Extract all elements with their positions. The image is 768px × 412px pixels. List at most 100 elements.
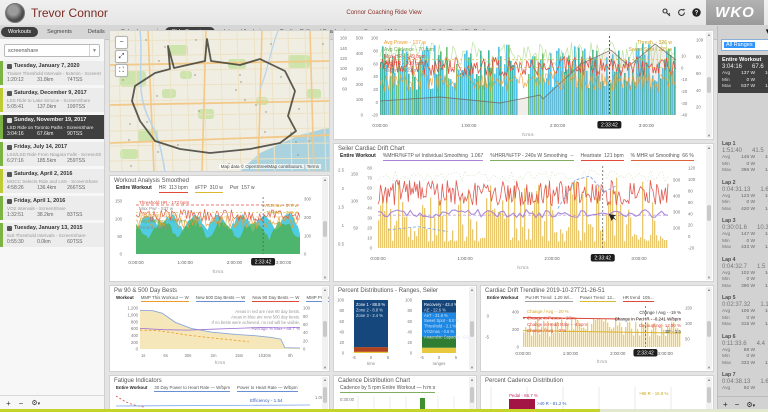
legend-item[interactable]: HR trend 105... xyxy=(623,295,654,302)
svg-text:Average % Max - 46.7 %: Average % Max - 46.7 % xyxy=(252,326,301,331)
search-dropdown-icon[interactable]: ▼ xyxy=(89,45,99,56)
map-attribution[interactable]: Map data © OpenStreetMap contributors. |… xyxy=(219,164,321,169)
map-zoom-out-button[interactable]: − xyxy=(115,36,128,49)
legend-range[interactable]: Entire Workout xyxy=(340,153,376,161)
legend-item[interactable]: %HRR/%FTP - 240s W Smoothing -- xyxy=(490,153,573,161)
legend-item[interactable]: Heartrate 121 bpm xyxy=(581,153,624,161)
panel-scrollbar[interactable]: ▲▼ xyxy=(706,32,712,138)
panel-scrollbar[interactable]: ▲▼ xyxy=(469,377,475,412)
svg-text:40: 40 xyxy=(367,206,372,211)
workout-list-item[interactable]: Tuesday, January 13, 2015 5x5 Threshold … xyxy=(0,223,104,247)
svg-text:100: 100 xyxy=(115,216,123,221)
svg-text:10: 10 xyxy=(681,54,686,59)
sync-icon[interactable] xyxy=(676,8,686,18)
workout-list-item[interactable]: Friday, April 1, 2016 VO2 Intervals - Sc… xyxy=(0,196,104,220)
lap-summary[interactable]: Lap 5 0:02:37.321.1Avg106 W108Min0 W74Ma… xyxy=(718,292,768,331)
percent-distributions-panel[interactable]: Percent Distributions - Ranges, Seiler 1… xyxy=(333,285,477,372)
add-range-button[interactable]: + xyxy=(723,400,728,409)
legend-range[interactable]: Entire Workout xyxy=(116,385,147,392)
legend-range[interactable]: Entire Workout xyxy=(116,185,152,193)
legend-item[interactable]: Pwr 157 w xyxy=(230,185,255,193)
fatigue-panel[interactable]: Fatigue Indicators Entire Workout30 Day … xyxy=(109,375,330,412)
svg-text:0: 0 xyxy=(438,355,441,360)
range-selector[interactable]: All Ranges xyxy=(721,39,768,51)
svg-text:1s: 1s xyxy=(141,353,145,358)
lap-summary[interactable]: Lap 4 0:04:32.71.5Avg102 W103Min0 W90Max… xyxy=(718,254,768,293)
add-workout-button[interactable]: + xyxy=(6,399,11,408)
calendar-icon xyxy=(7,172,12,177)
legend-item[interactable]: % MHR w/ Smoothing 66 % xyxy=(631,153,694,161)
chevron-down-icon[interactable]: ▼ xyxy=(718,26,768,37)
map-fullscreen-icon[interactable]: ⛶ xyxy=(115,64,128,77)
range-name: Lap 2 xyxy=(722,180,768,186)
calendar-icon xyxy=(7,91,12,96)
svg-text:2:33:42: 2:33:42 xyxy=(601,123,618,129)
smoothed-analysis-panel[interactable]: Workout Analysis Smoothed Entire Workout… xyxy=(109,175,330,282)
drift-trendline-panel[interactable]: Cardiac Drift Trendline 2019-10-27T21-26… xyxy=(480,285,714,372)
map-expand-icon[interactable]: ⤢ xyxy=(115,50,128,63)
tab-details[interactable]: Details xyxy=(81,27,112,37)
svg-text:1,200: 1,200 xyxy=(128,306,139,311)
search-input[interactable] xyxy=(5,48,89,54)
range-name: Lap 5 xyxy=(722,295,768,301)
tab-segments[interactable]: Segments xyxy=(40,27,79,37)
meanmax-panel[interactable]: Pw 90 & 500 Day Bests WorkoutMMP This Wo… xyxy=(109,285,330,372)
cadence-legend[interactable]: Cadence by 5 rpm Entire Workout — h:m:s xyxy=(340,385,435,393)
legend-item[interactable]: HR 113 bpm xyxy=(159,185,188,193)
legend-item[interactable]: sFTP 310 w xyxy=(195,185,223,193)
svg-text:EF - 1.5: EF - 1.5 xyxy=(665,329,681,334)
legend-item[interactable]: Power Trend 12... xyxy=(580,295,616,302)
legend-range[interactable]: Workout xyxy=(116,295,134,302)
route-map-panel[interactable]: − ⤢ ⛶ Map data © OpenStreetMap contribut… xyxy=(109,30,330,172)
lap-summary[interactable]: Lap 6 0:11:33.64.4Avg88 W98Min0 W76Max33… xyxy=(718,331,768,370)
lap-summary[interactable]: Lap 1 1:51:4041.5Avg146 W107Min0 W71Max3… xyxy=(718,138,768,177)
svg-text:-20: -20 xyxy=(681,89,688,94)
lap-summary[interactable]: Lap 7 0:04:38.131.6Avg92 W97 xyxy=(718,369,768,395)
remove-workout-button[interactable]: − xyxy=(19,399,24,408)
svg-text:80: 80 xyxy=(696,54,701,59)
panel-scrollbar[interactable]: ▲▼ xyxy=(322,177,328,280)
svg-text:120: 120 xyxy=(688,166,696,171)
workout-list-item[interactable]: Sunday, November 19, 2017 LSD Ride on To… xyxy=(0,115,104,139)
share-icon[interactable] xyxy=(661,8,671,18)
workout-chart-panel[interactable]: 1601401201008060500400300200100010080604… xyxy=(333,30,714,140)
settings-gear-icon[interactable]: ⚙▾ xyxy=(746,401,755,409)
svg-text:Avg HR - 106 bpm: Avg HR - 106 bpm xyxy=(384,61,425,67)
percent-cadence-panel[interactable]: Percent Cadence Distribution Pedal - 86.… xyxy=(480,375,714,412)
seiler-drift-panel[interactable]: Seiler Cardiac Drift Chart Entire Workou… xyxy=(333,143,714,282)
lap-summary[interactable]: Lap 2 0:04:31.131.6Avg123 W100Min0 W89Ma… xyxy=(718,177,768,216)
panel-scrollbar[interactable]: ▲▼ xyxy=(322,287,328,370)
panel-scrollbar[interactable]: ▲▼ xyxy=(322,377,328,412)
remove-range-button[interactable]: − xyxy=(735,400,740,409)
panel-scrollbar[interactable]: ▲▼ xyxy=(469,287,475,370)
svg-text:h:m:s: h:m:s xyxy=(213,269,225,274)
legend-item[interactable]: MMP This Workout — W xyxy=(141,295,189,302)
svg-text:Anaerobic Capacity - 0.3 %: Anaerobic Capacity - 0.3 % xyxy=(424,334,470,339)
panel-scrollbar[interactable]: ▲▼ xyxy=(706,377,712,412)
panel-scrollbar[interactable]: ▲▼ xyxy=(706,287,712,370)
svg-text:30: 30 xyxy=(367,216,372,221)
workout-list-item[interactable]: Tuesday, January 7, 2020 Trainer Thresho… xyxy=(0,61,104,85)
workout-list-item[interactable]: Friday, July 14, 2017 LSS/LSD Ride From … xyxy=(0,142,104,166)
workout-description: LSS Ride to Lake Simcoe - ScreenShare xyxy=(7,98,101,103)
legend-item[interactable]: Pw:HR Trend 1.20 W/... xyxy=(525,295,572,302)
avatar[interactable] xyxy=(5,3,25,23)
svg-text:Change in Pw:HR - -0.241 W/bpm: Change in Pw:HR - -0.241 W/bpm xyxy=(615,316,682,321)
lap-summary[interactable]: Lap 3 0:30:01.610.3Avg147 W109Min0 W77Ma… xyxy=(718,215,768,254)
workout-list-item[interactable]: Saturday, April 2, 2016 MGCC Selects Rid… xyxy=(0,169,104,193)
cadence-distribution-panel[interactable]: Cadence Distribution Chart Cadence by 5 … xyxy=(333,375,477,412)
legend-item[interactable]: 30 Day Power to Heart Rate — W/bpm xyxy=(154,385,230,392)
legend-item[interactable]: %MHR/%FTP w/ Individual Smoothing 1.067 xyxy=(383,153,484,161)
workout-stats: 4:58:26136.4km266TSS xyxy=(7,185,101,191)
panel-scrollbar[interactable]: ▲▼ xyxy=(706,145,712,280)
workout-list-item[interactable]: Saturday, December 9, 2017 LSS Ride to L… xyxy=(0,88,104,112)
tab-workouts[interactable]: Workouts xyxy=(1,27,38,37)
settings-gear-icon[interactable]: ⚙▾ xyxy=(31,399,40,407)
help-icon[interactable]: ? xyxy=(691,8,701,18)
legend-item[interactable]: New 90 Day Bests — W xyxy=(252,295,299,302)
legend-item[interactable]: Power to Heart Rate — W/bpm xyxy=(237,385,298,392)
entire-workout-summary[interactable]: Entire Workout 3:04:1667.6Avg137 W106Min… xyxy=(718,55,768,93)
legend-range[interactable]: Entire Workout xyxy=(487,295,518,302)
svg-text:100: 100 xyxy=(340,66,348,71)
legend-item[interactable]: New 500 Day Bests — W xyxy=(196,295,246,302)
